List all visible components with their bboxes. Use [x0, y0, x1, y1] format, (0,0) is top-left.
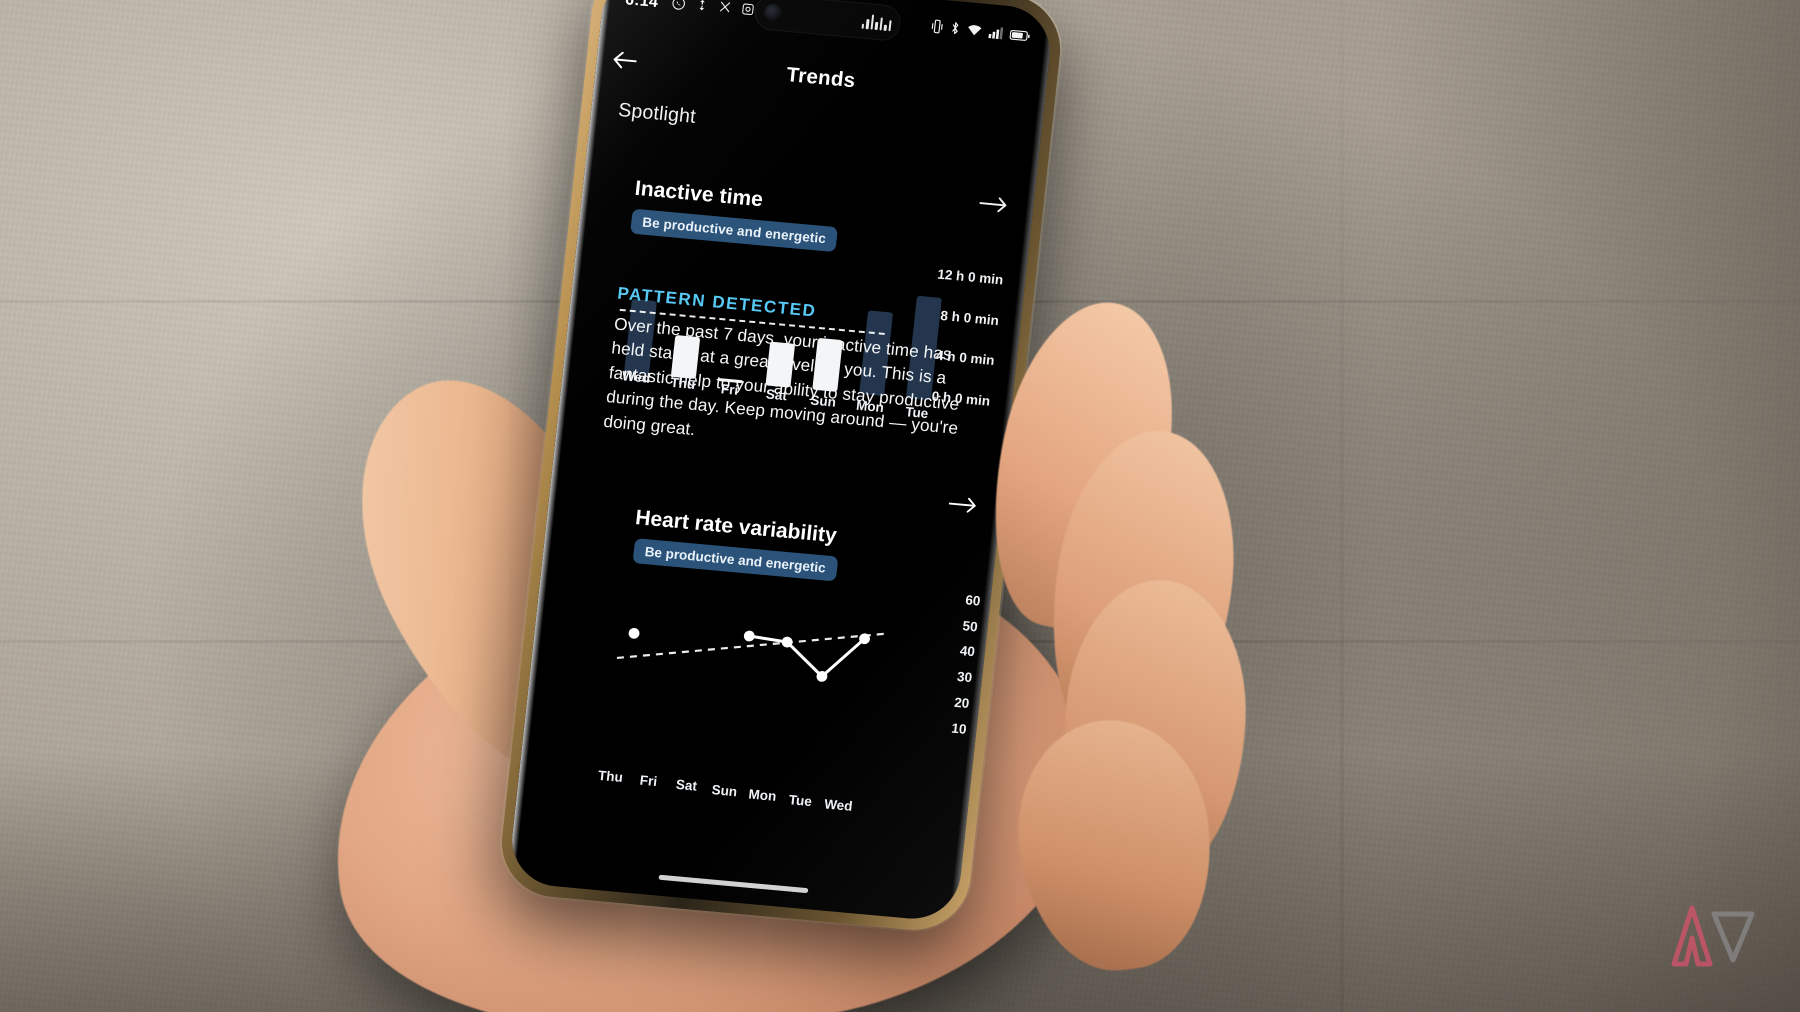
hrv-x-tick: Fri: [639, 772, 658, 790]
sync-icon: [694, 0, 710, 17]
audio-wave-icon: [861, 13, 892, 32]
hrv-y-tick: 60: [964, 592, 982, 609]
hrv-trend-line: [603, 632, 891, 661]
hrv-y-tick: 20: [953, 694, 971, 712]
inactive-card-chip: Be productive and energetic: [630, 208, 839, 253]
hrv-data-line: [747, 634, 867, 678]
inactive-card-open-button[interactable]: [978, 194, 1008, 219]
front-camera-icon: [762, 2, 784, 23]
status-bar-right: [930, 19, 1031, 46]
section-label-spotlight: Spotlight: [617, 98, 697, 128]
page-title: Trends: [785, 63, 857, 93]
hrv-chart-svg: [603, 627, 891, 682]
wifi-icon: [966, 23, 983, 41]
hrv-x-tick: Mon: [747, 786, 778, 805]
hrv-x-tick: Tue: [788, 791, 813, 809]
hrv-chart-x-axis: Thu Fri Sat Sun Mon Tue Wed: [589, 767, 859, 821]
hrv-y-tick: 10: [950, 720, 968, 737]
hrv-x-tick: Sat: [675, 777, 698, 795]
hrv-x-tick: Sun: [710, 781, 738, 800]
gesture-nav-bar[interactable]: [658, 874, 809, 894]
whatsapp-icon: [670, 0, 687, 15]
arrow-right-icon: [948, 497, 976, 513]
screenshot-icon: [740, 2, 756, 21]
bar-y-tick: 12 h 0 min: [936, 266, 1005, 288]
hrv-y-tick: 50: [961, 617, 979, 635]
hrv-data-point: [743, 630, 755, 642]
hrv-y-tick: 40: [959, 643, 976, 660]
hrv-line-chart: [603, 575, 891, 757]
hrv-x-tick: Thu: [597, 767, 624, 785]
battery-icon: [1009, 27, 1031, 46]
ap-watermark: [1640, 886, 1760, 982]
hrv-chart-y-axis: 60 50 40 30 20 10: [861, 585, 982, 783]
camera-pill: [752, 0, 903, 43]
hrv-card-open-button[interactable]: [947, 494, 977, 519]
scissors-icon: [717, 0, 733, 19]
bluetooth-icon: [949, 21, 961, 40]
hrv-y-tick: 30: [956, 669, 973, 686]
hrv-data-point: [628, 627, 640, 639]
status-bar-clock: 6:14: [624, 0, 659, 12]
hrv-x-tick: Wed: [823, 796, 854, 814]
signal-icon: [988, 25, 1004, 43]
screenshot-scene: 6:14 Trends Spotlight Inactive time Be p…: [0, 0, 1800, 1012]
card-heart-rate-variability[interactable]: Heart rate variability Be productive and…: [513, 437, 1004, 875]
arrow-right-icon: [979, 197, 1007, 213]
vibrate-icon: [930, 19, 944, 38]
inactive-card-title: Inactive time: [633, 176, 765, 212]
